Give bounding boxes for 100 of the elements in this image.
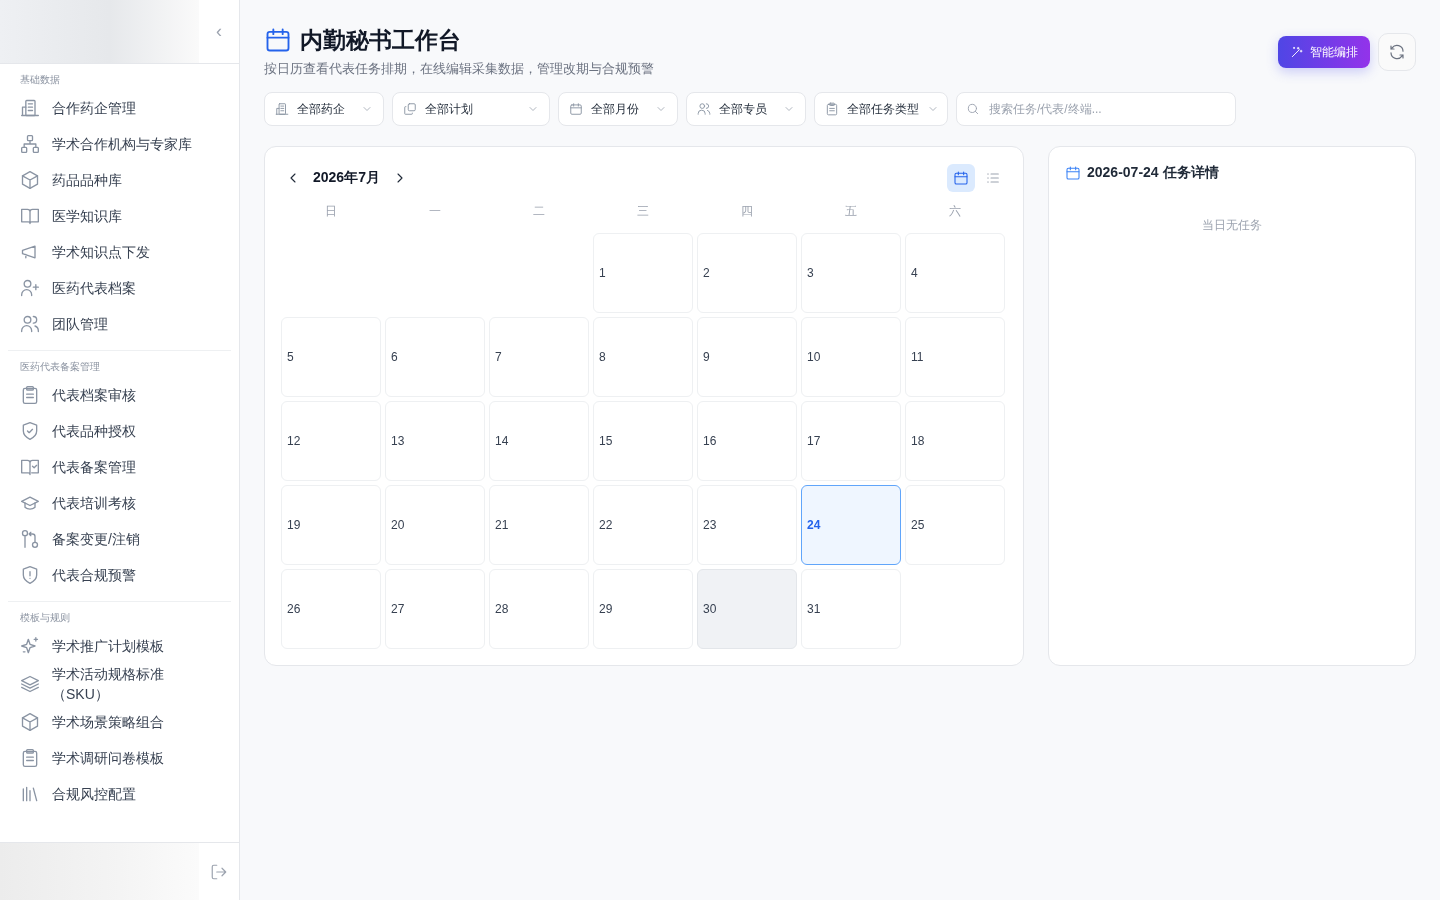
sidebar-item[interactable]: 代表档案审核 xyxy=(8,377,231,413)
sidebar-item[interactable]: 代表品种授权 xyxy=(8,413,231,449)
box-icon xyxy=(20,712,40,732)
copy-icon xyxy=(403,102,417,116)
smart-schedule-button[interactable]: 智能编排 xyxy=(1278,36,1370,68)
page-title: 内勤秘书工作台 xyxy=(300,26,461,55)
filter-dropdown[interactable]: 全部计划 xyxy=(392,92,550,126)
filter-dropdown[interactable]: 全部专员 xyxy=(686,92,806,126)
sidebar-item[interactable]: 代表培训考核 xyxy=(8,485,231,521)
day-cell[interactable]: 15 xyxy=(593,401,693,481)
day-cell[interactable]: 21 xyxy=(489,485,589,565)
weekday-label: 日 xyxy=(324,203,338,220)
day-cell[interactable]: 4 xyxy=(905,233,1005,313)
month-title: 2026年7月 xyxy=(313,169,380,187)
users-icon xyxy=(20,314,40,334)
sidebar-item[interactable]: 团队管理 xyxy=(8,306,231,342)
day-cell[interactable]: 13 xyxy=(385,401,485,481)
sidebar-item[interactable]: 合规风控配置 xyxy=(8,776,231,812)
section-title: 模板与规则 xyxy=(19,611,71,625)
day-cell[interactable]: 16 xyxy=(697,401,797,481)
sidebar-item[interactable]: 学术知识点下发 xyxy=(8,234,231,270)
clipboard-icon xyxy=(20,748,40,768)
day-cell[interactable]: 25 xyxy=(905,485,1005,565)
magic-wand-icon xyxy=(1290,45,1304,59)
refresh-icon xyxy=(1388,43,1406,61)
clipboard-icon xyxy=(20,385,40,405)
day-cell[interactable]: 14 xyxy=(489,401,589,481)
shield-check-icon xyxy=(20,421,40,441)
day-cell[interactable]: 30 xyxy=(697,569,797,649)
weekday-label: 五 xyxy=(844,203,858,220)
book-check-icon xyxy=(20,457,40,477)
day-cell[interactable]: 31 xyxy=(801,569,901,649)
layers-icon xyxy=(20,674,40,694)
weekday-label: 三 xyxy=(636,203,650,220)
day-cell[interactable]: 28 xyxy=(489,569,589,649)
sidebar-item[interactable]: 学术场景策略组合 xyxy=(8,704,231,740)
weekday-label: 四 xyxy=(740,203,754,220)
sidebar-item[interactable]: 备案变更/注销 xyxy=(8,521,231,557)
day-cell[interactable]: 24 xyxy=(801,485,901,565)
sidebar-item[interactable]: 学术合作机构与专家库 xyxy=(8,126,231,162)
day-cell[interactable]: 12 xyxy=(281,401,381,481)
weekday-label: 一 xyxy=(428,203,442,220)
clipboard-icon xyxy=(825,102,839,116)
network-icon xyxy=(20,134,40,154)
refresh-button[interactable] xyxy=(1378,33,1416,71)
day-cell[interactable]: 7 xyxy=(489,317,589,397)
sidebar-item[interactable]: 药品品种库 xyxy=(8,162,231,198)
sidebar-item[interactable]: 医学知识库 xyxy=(8,198,231,234)
calendar-icon xyxy=(1065,165,1081,181)
sidebar-item[interactable]: 学术调研问卷模板 xyxy=(8,740,231,776)
day-cell[interactable]: 17 xyxy=(801,401,901,481)
weekday-label: 六 xyxy=(948,203,962,220)
day-cell[interactable]: 19 xyxy=(281,485,381,565)
day-cell[interactable]: 10 xyxy=(801,317,901,397)
day-cell[interactable]: 11 xyxy=(905,317,1005,397)
logout-icon xyxy=(210,862,229,881)
details-title: 2026-07-24 任务详情 xyxy=(1087,164,1219,182)
sparkle-icon xyxy=(20,636,40,656)
filter-dropdown[interactable]: 全部药企 xyxy=(264,92,384,126)
empty-message: 当日无任务 xyxy=(1201,217,1263,234)
sidebar-item[interactable]: 医药代表档案 xyxy=(8,270,231,306)
search-field[interactable]: 搜索任务/代表/终端... xyxy=(956,92,1236,126)
day-cell[interactable]: 29 xyxy=(593,569,693,649)
building-icon xyxy=(20,98,40,118)
sidebar-item[interactable]: 合作药企管理 xyxy=(8,90,231,126)
day-cell[interactable]: 9 xyxy=(697,317,797,397)
day-cell[interactable]: 1 xyxy=(593,233,693,313)
page-subtitle: 按日历查看代表任务排期，在线编辑采集数据，管理改期与合规预警 xyxy=(264,60,654,78)
calendar-icon xyxy=(264,26,292,54)
branch-icon xyxy=(20,529,40,549)
box-icon xyxy=(20,170,40,190)
user-plus-icon xyxy=(20,278,40,298)
calendar-icon xyxy=(953,170,969,186)
calendar-icon xyxy=(569,102,583,116)
shield-alert-icon xyxy=(20,565,40,585)
sidebar-item[interactable]: 代表合规预警 xyxy=(8,557,231,593)
day-cell[interactable]: 6 xyxy=(385,317,485,397)
day-cell[interactable]: 3 xyxy=(801,233,901,313)
search-icon xyxy=(966,102,980,116)
sidebar-item[interactable]: 学术活动规格标准（SKU） xyxy=(8,664,231,704)
book-icon xyxy=(20,206,40,226)
chart-bars-icon xyxy=(20,784,40,804)
filter-dropdown[interactable]: 全部月份 xyxy=(558,92,678,126)
sidebar-item[interactable]: 学术推广计划模板 xyxy=(8,628,231,664)
day-cell[interactable]: 8 xyxy=(593,317,693,397)
day-cell[interactable]: 27 xyxy=(385,569,485,649)
day-cell[interactable]: 5 xyxy=(281,317,381,397)
section-title: 基础数据 xyxy=(19,73,61,87)
day-cell[interactable]: 18 xyxy=(905,401,1005,481)
users-icon xyxy=(697,102,711,116)
sidebar-item[interactable]: 代表备案管理 xyxy=(8,449,231,485)
weekday-label: 二 xyxy=(532,203,546,220)
day-cell[interactable]: 20 xyxy=(385,485,485,565)
building-icon xyxy=(275,102,289,116)
calendar-view-button[interactable] xyxy=(947,164,975,192)
filter-dropdown[interactable]: 全部任务类型 xyxy=(814,92,948,126)
day-cell[interactable]: 26 xyxy=(281,569,381,649)
day-cell[interactable]: 2 xyxy=(697,233,797,313)
day-cell[interactable]: 22 xyxy=(593,485,693,565)
day-cell[interactable]: 23 xyxy=(697,485,797,565)
